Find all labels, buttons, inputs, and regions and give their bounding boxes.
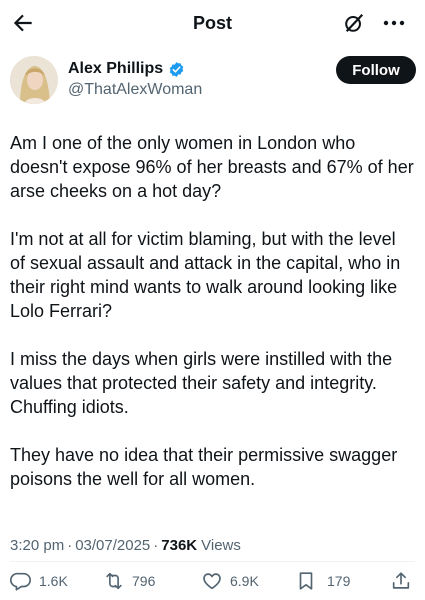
repost-count: 796 [132,573,156,589]
views-label: Views [201,537,241,554]
author-handle[interactable]: @ThatAlexWoman [68,81,202,99]
post-date[interactable]: 03/07/2025 [75,537,150,554]
top-bar: Post [0,0,425,46]
share-icon [392,572,410,589]
post-body: Am I one of the only women in London who… [10,131,415,515]
reply-count: 1.6K [39,573,68,589]
post-paragraph: I miss the days when girls were instille… [10,349,398,417]
post-time[interactable]: 3:20 pm [10,537,64,554]
repost-button[interactable]: 796 [103,567,155,595]
bookmark-count: 179 [327,573,351,589]
post-paragraph: They have no idea that their permissive … [10,445,403,489]
divider [10,561,415,562]
meta-separator: · [67,537,73,554]
heart-icon [203,573,221,590]
reply-icon [10,572,31,591]
follow-button[interactable]: Follow [336,56,416,84]
like-count: 6.9K [230,573,259,589]
share-button[interactable] [390,567,412,595]
more-options-icon[interactable] [380,12,408,34]
repost-icon [106,572,122,590]
post-meta: 3:20 pm · 03/07/2025 · 736K Views [10,537,241,554]
post-paragraph: Am I one of the only women in London who… [10,133,419,201]
verified-badge-icon [168,61,185,78]
reply-button[interactable]: 1.6K [10,567,68,595]
post-paragraph: I'm not at all for victim blaming, but w… [10,229,406,321]
like-button[interactable]: 6.9K [201,567,259,595]
bookmark-button[interactable]: 179 [295,567,350,595]
avatar[interactable] [10,56,58,104]
views-count: 736K [161,537,198,554]
author-name-row: Alex Phillips [68,60,185,78]
grok-icon[interactable] [343,12,365,34]
meta-separator: · [153,537,159,554]
bookmark-icon [299,572,313,590]
author-name[interactable]: Alex Phillips [68,60,163,78]
action-bar: 1.6K 796 6.9K 179 [0,567,425,595]
